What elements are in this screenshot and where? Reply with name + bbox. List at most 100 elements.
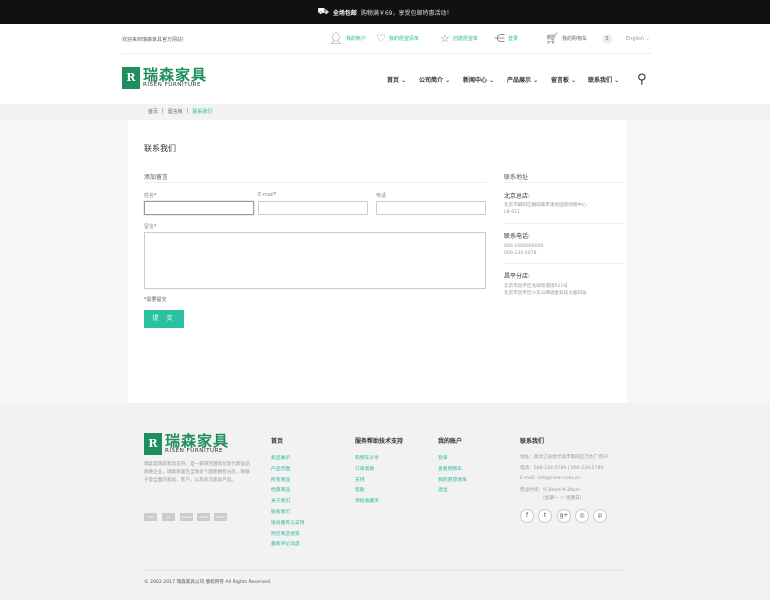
paypal-icon: PayPal — [180, 513, 193, 521]
nav-contact[interactable]: 联系我们 ⌄ — [588, 75, 619, 84]
breadcrumb-current: 联系我们 — [192, 109, 213, 115]
welcome-text: 欢迎来到瑞森家具官方网站! — [122, 37, 185, 43]
footer-col3-title: 我的账户 — [438, 438, 463, 445]
footer-col1-link-8[interactable]: 最新评论动态 — [271, 540, 300, 547]
cart-icon: 🛒︎ — [545, 32, 559, 45]
footer-col3-link-0[interactable]: 登录 — [438, 454, 448, 461]
chevron-down-icon: ⌄ — [645, 36, 650, 42]
footer-divider — [144, 570, 624, 571]
wishlist-label: 我的愿望清单 — [388, 36, 419, 42]
footer-col2-link-3[interactable]: 帮助 — [355, 486, 365, 493]
footer-col2-title: 服务帮助技术支持 — [355, 438, 404, 445]
footer-col2-link-0[interactable]: 购物车分享 — [355, 454, 379, 461]
footer-col1-link-5[interactable]: 联系我们 — [271, 508, 290, 515]
site-header: 欢迎来到瑞森家具官方网站! 👤︎ 我的账户 ♡ 我的愿望清单 ☆ 创建愿望单 ⋲… — [0, 24, 770, 104]
nav-news[interactable]: 新闻中心 ⌄ — [463, 75, 494, 84]
bank-icon: BANK — [214, 513, 227, 521]
footer-col3-link-1[interactable]: 查看购物车 — [438, 465, 462, 472]
message-textarea[interactable] — [144, 232, 486, 289]
phone-label: 电话 — [376, 193, 387, 199]
user-icon: 👤︎ — [329, 32, 343, 45]
submit-button[interactable]: 提 交 — [144, 310, 184, 328]
search-icon[interactable]: ⚲ — [637, 72, 647, 87]
site-logo[interactable]: R 瑞森家具 RISEN FURNITURE — [122, 67, 207, 89]
copyright-text: © 2002-2017 瑞森家具公司 版权所有 All Rights Reser… — [144, 580, 272, 585]
share-icon: ⋲ — [494, 32, 505, 45]
creditcard-icon: CC — [162, 513, 175, 521]
footer-days: （星期一 ～ 星期日） — [540, 496, 585, 501]
branch-title: 昌平分店: — [504, 273, 531, 280]
twitter-icon[interactable]: t — [538, 509, 552, 523]
hq-title: 北京总店: — [504, 193, 531, 200]
footer-logo[interactable]: R 瑞森家具 RISEN FURNITURE — [144, 433, 229, 455]
breadcrumb: 首页 | 留言板 | 联系我们 — [0, 104, 770, 120]
nav-products[interactable]: 产品展示 ⌄ — [507, 75, 538, 84]
tel-numbers: 400 1000000000 000-234-5678 — [504, 244, 544, 256]
facebook-icon[interactable]: f — [520, 509, 534, 523]
truck-icon: ⛟ — [317, 6, 329, 17]
logo-en: RISEN FURNITURE — [143, 82, 202, 88]
cart-count-badge: 0 — [601, 33, 612, 44]
cart-link[interactable]: 🛒︎ 我的购物车 0 — [545, 32, 612, 45]
page-title: 联系我们 — [144, 144, 176, 153]
email-input[interactable] — [258, 201, 368, 215]
language-select[interactable]: English ⌄ — [626, 36, 650, 42]
googleplus-icon[interactable]: g+ — [557, 509, 571, 523]
star-icon: ☆ — [440, 32, 450, 45]
pinterest-icon[interactable]: p — [593, 509, 607, 523]
logo-cn: 瑞森家具 — [143, 66, 208, 84]
address-divider-2 — [504, 223, 624, 224]
footer-address: 地址：黑龙江省哈尔滨市南岗区万达广场1F — [520, 455, 609, 460]
footer-col3-link-2[interactable]: 我的愿望清单 — [438, 476, 467, 483]
form-heading: 添加留言 — [144, 174, 169, 181]
footer-logo-mark: R — [144, 433, 162, 455]
amex-icon: AMEX — [197, 513, 210, 521]
footer-email: E-mail: info@risen.com.cn — [520, 476, 581, 481]
footer-description: 瑞森是瑞森家具支持，是一家研究国际化现代家居品牌重企业，瑞森家居在全球多个国家拥… — [144, 462, 250, 483]
wishlist-link[interactable]: ♡ 我的愿望清单 — [376, 32, 419, 45]
promo-bold: 全场包邮 — [332, 9, 357, 17]
login-link[interactable]: ⋲ 登录 — [494, 32, 518, 45]
footer-logo-cn: 瑞森家具 — [165, 432, 230, 450]
phone-input[interactable] — [376, 201, 486, 215]
breadcrumb-home[interactable]: 首页 — [148, 108, 158, 115]
message-label: 留言* — [144, 224, 157, 230]
required-note: *需要提交 — [144, 297, 167, 303]
header-divider — [122, 53, 652, 54]
name-label: 姓名* — [144, 193, 157, 199]
footer-phone: 电话：000-234-5789 | 000-234-5789 — [520, 466, 604, 471]
tel-title: 联系电话: — [504, 233, 531, 240]
footer-col1-link-4[interactable]: 关于我们 — [271, 497, 290, 504]
footer-col3-link-3[interactable]: 退出 — [438, 486, 448, 493]
form-divider — [144, 182, 486, 183]
my-account-label: 我的账户 — [345, 36, 366, 42]
footer-col1-title: 首页 — [271, 438, 284, 445]
name-input[interactable] — [144, 201, 254, 215]
nav-home[interactable]: 首页 ⌄ — [387, 75, 406, 84]
nav-about[interactable]: 公司简介 ⌄ — [419, 75, 450, 84]
footer-col1-link-2[interactable]: 所有商品 — [271, 476, 290, 483]
footer-col1-link-0[interactable]: 新品展示 — [271, 454, 290, 461]
nav-guestbook[interactable]: 留言板 ⌄ — [551, 75, 576, 84]
cart-label: 我的购物车 — [561, 36, 587, 42]
footer-col2-link-4[interactable]: 添加收藏夹 — [355, 497, 379, 504]
create-wishlist-link[interactable]: ☆ 创建愿望单 — [440, 32, 478, 45]
logo-mark: R — [122, 67, 140, 89]
footer-contact-title: 联系我们 — [520, 438, 545, 445]
breadcrumb-guestbook[interactable]: 留言板 — [168, 108, 183, 115]
login-label: 登录 — [508, 36, 519, 42]
footer-col2-link-1[interactable]: 订单帮助 — [355, 465, 374, 472]
footer-col1-link-7[interactable]: 附近商店搜索 — [271, 530, 300, 537]
address-divider — [504, 182, 624, 183]
visa-icon: VISA — [144, 513, 157, 521]
instagram-icon[interactable]: ◎ — [575, 509, 589, 523]
hq-address: 北京市朝阳区朝阳路苹果地国际购物中心 LB-011 — [504, 203, 587, 215]
footer-col1-link-6[interactable]: 接员服务与支持 — [271, 519, 305, 526]
footer-col1-link-3[interactable]: 经典商品 — [271, 486, 290, 493]
footer-col1-link-1[interactable]: 产品页面 — [271, 465, 290, 472]
footer-logo-en: RISEN FURNITURE — [165, 448, 224, 454]
branch-address: 北京市昌平区龙域新城街021号 北京市昌平区小东山璜珑金科技大厦四层 — [504, 284, 587, 296]
footer-col2-link-2[interactable]: 支持 — [355, 476, 365, 483]
my-account-link[interactable]: 👤︎ 我的账户 — [329, 32, 366, 45]
language-label: English — [626, 36, 645, 42]
